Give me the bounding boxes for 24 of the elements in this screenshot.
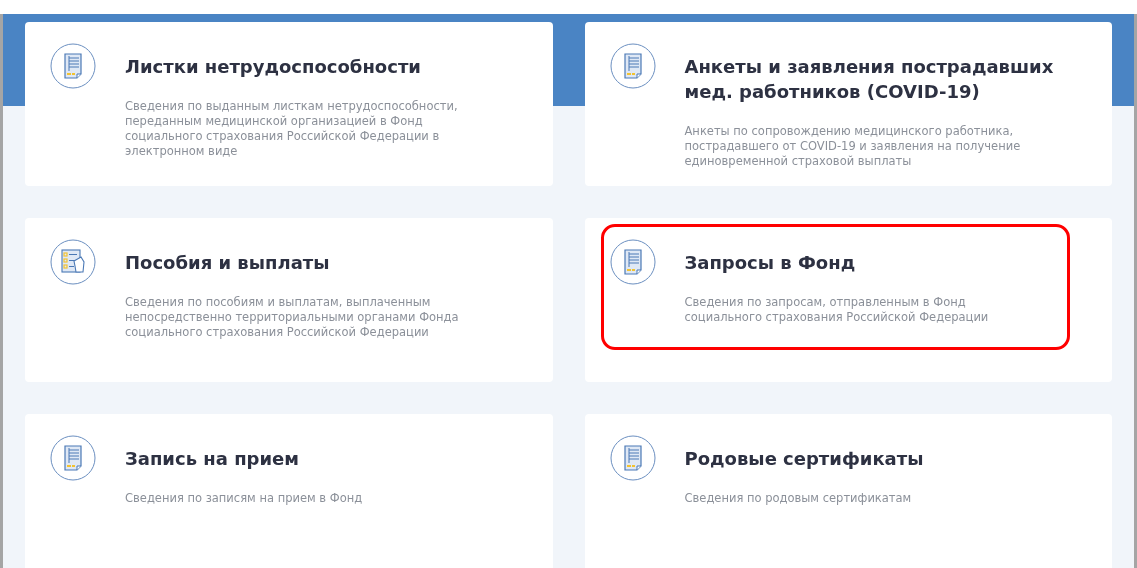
card-title: Запросы в Фонд [684, 251, 857, 275]
card-description: Сведения по запросам, отправленным в Фонд социального страхования Российской Федерации [684, 295, 990, 325]
card-description: Сведения по записям на прием в Фонд [125, 491, 363, 506]
card-description: Анкеты по сопровождению медицинского работника, пострадавшего от COVID-19 и заявления на получение единовременной страховой выплаты [684, 124, 1022, 169]
service-card[interactable]: Запросы в Фонд Сведения по запросам, отправленным в Фонд социального страхования Российской Федерации [584, 218, 1112, 382]
document-icon [50, 43, 96, 89]
card-title: Родовые сертификаты [684, 447, 924, 471]
document-icon [609, 435, 656, 481]
card-title: Анкеты и заявления пострадавших мед. работников (COVID-19) [684, 55, 1055, 104]
service-card[interactable]: Родовые сертификаты Сведения по родовым сертификатам [584, 414, 1112, 568]
card-title: Запись на прием [125, 447, 300, 471]
document-icon [609, 239, 656, 285]
card-title: Листки нетрудоспособности [125, 55, 422, 79]
document-icon [609, 43, 656, 89]
service-card[interactable]: Листки нетрудоспособности Сведения по выданным листкам нетрудоспособности, переданным медицинской организацией в Фонд социального страхования Российской Федерации в электронном виде [25, 22, 553, 186]
checklist-hand-icon [50, 239, 96, 285]
card-description: Сведения по пособиям и выплатам, выплаченным непосредственно территориальными органами Фонда социального страхования Российской Федерации [125, 295, 460, 340]
service-card[interactable]: Анкеты и заявления пострадавших мед. работников (COVID-19) Анкеты по сопровождению медицинского работника, пострадавшего от COVID-19 и заявления на получение единовременной страховой выплаты [584, 22, 1112, 186]
document-icon [50, 435, 96, 481]
service-card[interactable]: Пособия и выплаты Сведения по пособиям и выплатам, выплаченным непосредственно территориальными органами Фонда социального страхования Российской Федерации [25, 218, 553, 382]
card-description: Сведения по выданным листкам нетрудоспособности, переданным медицинской организацией в Фонд социального страхования Российской Федерации в электронном виде [125, 99, 459, 159]
card-description: Сведения по родовым сертификатам [684, 491, 913, 506]
card-title: Пособия и выплаты [125, 251, 331, 275]
service-card[interactable]: Запись на прием Сведения по записям на прием в Фонд [25, 414, 553, 568]
